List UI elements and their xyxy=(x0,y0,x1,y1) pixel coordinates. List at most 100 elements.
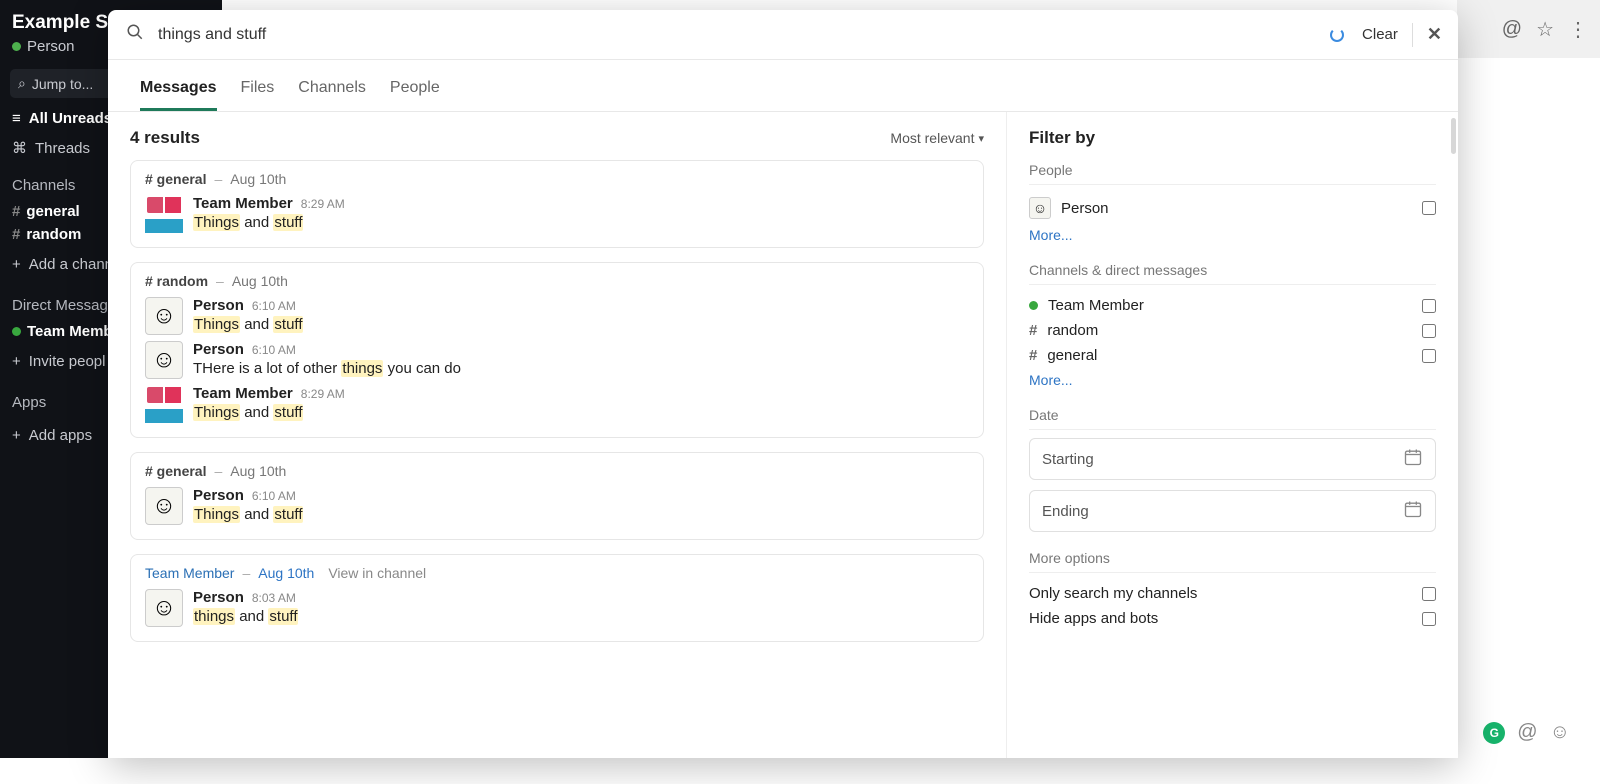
result-breadcrumb: Team Member–Aug 10thView in channel xyxy=(145,565,969,581)
message-row[interactable]: Team Member8:29 AMThings and stuff xyxy=(145,385,969,423)
search-tabs: Messages Files Channels People xyxy=(108,60,1458,112)
filter-checkbox[interactable] xyxy=(1422,324,1436,338)
message-author[interactable]: Person xyxy=(193,589,244,606)
avatar: ☺ xyxy=(145,297,183,335)
compose-icon-tray: G @ ☺ xyxy=(1483,721,1570,744)
star-icon[interactable]: ☆ xyxy=(1536,17,1554,42)
filter-people-head: People xyxy=(1029,162,1436,185)
crumb-date[interactable]: Aug 10th xyxy=(258,565,314,581)
message-author[interactable]: Person xyxy=(193,341,244,358)
date-start-field[interactable]: Starting xyxy=(1029,438,1436,480)
plus-icon: + xyxy=(12,427,21,444)
loading-spinner-icon xyxy=(1330,28,1344,42)
message-author[interactable]: Team Member xyxy=(193,385,293,402)
crumb-channel[interactable]: # general xyxy=(145,463,206,479)
filter-channels-section: Channels & direct messages Team Member#r… xyxy=(1029,262,1436,389)
hash-icon: # xyxy=(12,226,20,243)
result-card[interactable]: # random–Aug 10th ☺ Person 6:10 AM Things an… xyxy=(130,262,984,438)
crumb-dm[interactable]: Team Member xyxy=(145,565,234,581)
message-author[interactable]: Person xyxy=(193,487,244,504)
unreads-icon: ≡ xyxy=(12,110,21,127)
filter-channel-row[interactable]: #random xyxy=(1029,318,1436,343)
grammarly-icon[interactable]: G xyxy=(1483,722,1505,744)
message-time: 6:10 AM xyxy=(252,299,296,313)
message-text: Things and stuff xyxy=(193,316,969,333)
message-row[interactable]: Team Member8:29 AMThings and stuff xyxy=(145,195,969,233)
crumb-channel[interactable]: # random xyxy=(145,273,208,289)
search-query-text[interactable]: things and stuff xyxy=(158,26,1330,44)
chevron-down-icon: ▾ xyxy=(978,132,984,145)
crumb-date[interactable]: Aug 10th xyxy=(232,273,288,289)
result-card[interactable]: # general–Aug 10th ☺ Person 6:10 AM Things a… xyxy=(130,452,984,540)
filter-date-head: Date xyxy=(1029,407,1436,430)
filter-checkbox[interactable] xyxy=(1422,299,1436,313)
message-author[interactable]: Team Member xyxy=(193,195,293,212)
tab-messages[interactable]: Messages xyxy=(140,79,217,111)
avatar: ☺ xyxy=(145,487,183,525)
filter-channels-more[interactable]: More... xyxy=(1029,372,1073,388)
message-row[interactable]: ☺ Person 6:10 AM THere is a lot of other th… xyxy=(145,341,969,379)
filter-checkbox[interactable] xyxy=(1422,587,1436,601)
filter-date-section: Date Starting Ending xyxy=(1029,407,1436,532)
tab-files[interactable]: Files xyxy=(241,79,275,111)
message-time: 6:10 AM xyxy=(252,489,296,503)
crumb-date[interactable]: Aug 10th xyxy=(230,171,286,187)
calendar-icon xyxy=(1403,499,1423,523)
filter-more-head: More options xyxy=(1029,550,1436,573)
kebab-icon[interactable]: ⋮ xyxy=(1568,17,1588,42)
filter-title: Filter by xyxy=(1029,128,1436,148)
message-row[interactable]: ☺ Person 6:10 AM Things and stuff xyxy=(145,297,969,335)
jump-icon: ⌕ xyxy=(18,75,26,92)
avatar xyxy=(145,385,183,423)
filter-checkbox[interactable] xyxy=(1422,349,1436,363)
avatar xyxy=(145,195,183,233)
presence-dot-icon xyxy=(12,42,21,51)
filter-checkbox[interactable] xyxy=(1422,201,1436,215)
message-row[interactable]: ☺ Person 6:10 AM Things and stuff xyxy=(145,487,969,525)
message-text: Things and stuff xyxy=(193,506,969,523)
message-time: 8:29 AM xyxy=(301,387,345,401)
filter-checkbox[interactable] xyxy=(1422,612,1436,626)
plus-icon: + xyxy=(12,256,21,273)
result-breadcrumb: # random–Aug 10th xyxy=(145,273,969,289)
current-user-name: Person xyxy=(27,38,75,55)
sort-dropdown[interactable]: Most relevant ▾ xyxy=(890,130,984,146)
avatar: ☺ xyxy=(145,341,183,379)
mention-icon[interactable]: @ xyxy=(1517,721,1537,744)
filter-panel: Filter by People ☺ Person More... Channe… xyxy=(1006,112,1458,758)
message-time: 8:03 AM xyxy=(252,591,296,605)
tab-people[interactable]: People xyxy=(390,79,440,111)
view-in-channel[interactable]: View in channel xyxy=(328,565,426,581)
avatar: ☺ xyxy=(145,589,183,627)
result-breadcrumb: # general–Aug 10th xyxy=(145,463,969,479)
message-text: Things and stuff xyxy=(193,214,969,231)
close-icon[interactable]: ✕ xyxy=(1427,24,1442,45)
search-body: 4 results Most relevant ▾ # general–Aug … xyxy=(108,112,1458,758)
message-row[interactable]: ☺Person8:03 AMthings and stuff xyxy=(145,589,969,627)
emoji-icon[interactable]: ☺ xyxy=(1550,721,1570,744)
message-text: THere is a lot of other things you can d… xyxy=(193,360,969,377)
presence-dot-icon xyxy=(1029,301,1038,310)
filter-more-row[interactable]: Only search my channels xyxy=(1029,581,1436,606)
crumb-date[interactable]: Aug 10th xyxy=(230,463,286,479)
results-count: 4 results xyxy=(130,128,200,148)
mention-icon[interactable]: @ xyxy=(1502,18,1522,41)
filter-more-row[interactable]: Hide apps and bots xyxy=(1029,606,1436,631)
tab-channels[interactable]: Channels xyxy=(298,79,366,111)
hash-icon: # xyxy=(1029,347,1037,364)
browser-toolbar: @ ☆ ⋮ xyxy=(1457,0,1600,58)
filter-channel-row[interactable]: #general xyxy=(1029,343,1436,368)
filter-channel-row[interactable]: Team Member xyxy=(1029,293,1436,318)
result-card[interactable]: # general–Aug 10thTeam Member8:29 AMThin… xyxy=(130,160,984,248)
results-column: 4 results Most relevant ▾ # general–Aug … xyxy=(108,112,1006,758)
result-card[interactable]: Team Member–Aug 10thView in channel☺Pers… xyxy=(130,554,984,642)
avatar-icon: ☺ xyxy=(1029,197,1051,219)
filter-people-row[interactable]: ☺ Person xyxy=(1029,193,1436,223)
filter-people-more[interactable]: More... xyxy=(1029,227,1073,243)
threads-icon: ⌘ xyxy=(12,139,27,157)
date-end-field[interactable]: Ending xyxy=(1029,490,1436,532)
message-time: 6:10 AM xyxy=(252,343,296,357)
crumb-channel[interactable]: # general xyxy=(145,171,206,187)
clear-button[interactable]: Clear xyxy=(1362,26,1398,43)
message-author[interactable]: Person xyxy=(193,297,244,314)
